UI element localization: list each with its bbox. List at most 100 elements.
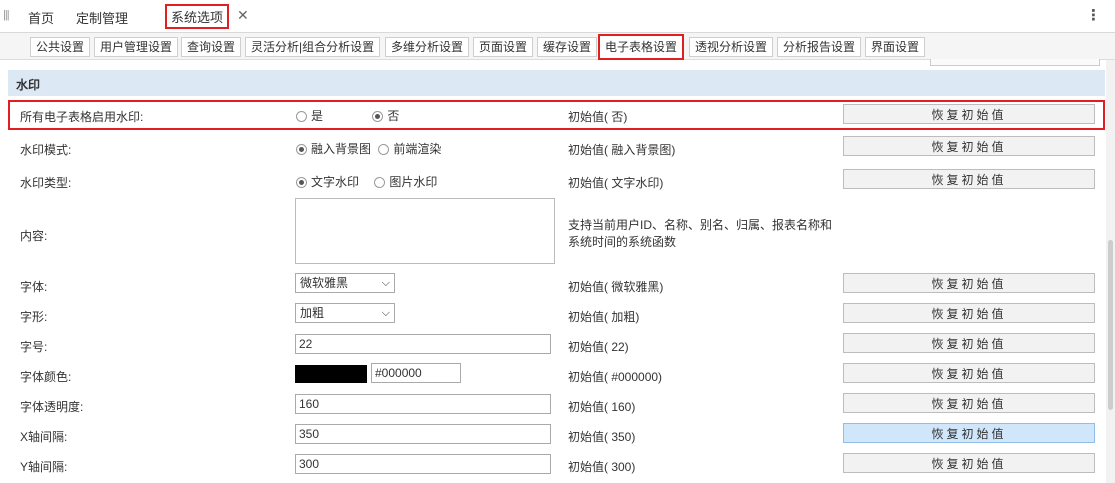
font-opacity-input[interactable]: 160: [295, 394, 551, 414]
section-header-watermark: 水印: [8, 70, 1105, 96]
radio-icon: [378, 144, 390, 155]
drag-handle-icon[interactable]: |||: [3, 9, 10, 21]
row-watermark-mode: 水印模式: 融入背景图 前端渲染 初始值( 融入背景图) 恢复初始值: [8, 136, 1105, 160]
reset-button[interactable]: 恢复初始值: [843, 104, 1095, 124]
row-watermark-content: 内容: 支持当前用户ID、名称、别名、归属、报表名称和系统时间的系统函数: [8, 196, 1105, 266]
radio-frontend-render[interactable]: 前端渲染: [378, 140, 441, 157]
more-menu-icon[interactable]: ⋮: [1086, 6, 1101, 24]
input-value: 300: [299, 457, 320, 471]
reset-button[interactable]: 恢复初始值: [843, 453, 1095, 473]
row-font: 字体: 微软雅黑 ⌵ 初始值( 微软雅黑) 恢复初始值: [8, 272, 1105, 296]
radio-icon: [374, 177, 386, 188]
initial-value: 初始值( 融入背景图): [568, 143, 676, 157]
radio-no[interactable]: 否: [372, 107, 399, 124]
initial-value: 初始值( 否): [568, 110, 628, 124]
row-label: 字体:: [20, 280, 48, 294]
initial-value: 初始值( 加粗): [568, 310, 640, 324]
row-label: Y轴间隔:: [20, 460, 68, 474]
font-select[interactable]: 微软雅黑 ⌵: [295, 273, 395, 293]
tab-query-settings[interactable]: 查询设置: [181, 37, 242, 57]
radio-blend-background[interactable]: 融入背景图: [296, 140, 371, 157]
row-font-style: 字形: 加粗 ⌵ 初始值( 加粗) 恢复初始值: [8, 302, 1105, 326]
row-label: 所有电子表格启用水印:: [20, 110, 144, 124]
select-value: 微软雅黑: [300, 276, 349, 290]
tab-pivot-analysis-settings[interactable]: 透视分析设置: [689, 37, 774, 57]
row-label: 字体透明度:: [20, 400, 84, 414]
toolbar-edge: [930, 59, 1100, 66]
tab-cache-settings[interactable]: 缓存设置: [537, 37, 598, 57]
tab-system-options[interactable]: 系统选项: [165, 4, 230, 29]
tab-user-management-settings[interactable]: 用户管理设置: [94, 37, 179, 57]
initial-value: 初始值( 微软雅黑): [568, 280, 664, 294]
radio-label: 否: [387, 109, 400, 123]
radio-group: 文字水印 图片水印: [296, 173, 447, 190]
tab-home[interactable]: 首页: [28, 8, 54, 27]
radio-group: 是 否: [296, 107, 409, 124]
initial-value: 初始值( 22): [568, 340, 629, 354]
initial-value: 初始值( 350): [568, 430, 636, 444]
content-textarea[interactable]: [295, 198, 555, 264]
color-hex-input[interactable]: #000000: [371, 363, 461, 383]
initial-value: 初始值( 文字水印): [568, 176, 664, 190]
vertical-scrollbar[interactable]: [1106, 60, 1115, 483]
initial-value: 初始值( 160): [568, 400, 636, 414]
row-font-opacity: 字体透明度: 160 初始值( 160) 恢复初始值: [8, 392, 1105, 416]
initial-value: 初始值( 300): [568, 460, 636, 474]
reset-button[interactable]: 恢复初始值: [843, 363, 1095, 383]
initial-value: 初始值( #000000): [568, 370, 663, 384]
input-value: 22: [299, 337, 313, 351]
reset-button[interactable]: 恢复初始值: [843, 169, 1095, 189]
reset-button[interactable]: 恢复初始值: [843, 423, 1095, 443]
font-size-input[interactable]: 22: [295, 334, 551, 354]
chevron-down-icon: ⌵: [381, 307, 390, 319]
reset-button[interactable]: 恢复初始值: [843, 333, 1095, 353]
reset-button[interactable]: 恢复初始值: [843, 303, 1095, 323]
settings-tab-strip: 公共设置 用户管理设置 查询设置 灵活分析|组合分析设置 多维分析设置 页面设置…: [0, 33, 1115, 60]
font-style-select[interactable]: 加粗 ⌵: [295, 303, 395, 323]
row-label: X轴间隔:: [20, 430, 68, 444]
tab-page-settings[interactable]: 页面设置: [473, 37, 534, 57]
tab-olap-settings[interactable]: 多维分析设置: [385, 37, 470, 57]
row-watermark-type: 水印类型: 文字水印 图片水印 初始值( 文字水印) 恢复初始值: [8, 168, 1105, 192]
close-icon[interactable]: ✕: [237, 7, 249, 24]
radio-checked-icon: [296, 144, 307, 155]
tab-custom-management[interactable]: 定制管理: [76, 8, 128, 27]
row-enable-watermark: 所有电子表格启用水印: 是 否 初始值( 否) 恢复初始值: [8, 100, 1105, 130]
radio-label: 融入背景图: [311, 142, 372, 156]
input-value: 350: [299, 427, 320, 441]
row-label: 水印模式:: [20, 143, 72, 157]
y-gap-input[interactable]: 300: [295, 454, 551, 474]
radio-label: 文字水印: [311, 175, 360, 189]
radio-label: 图片水印: [389, 175, 438, 189]
color-swatch[interactable]: [295, 365, 367, 383]
reset-button[interactable]: 恢复初始值: [843, 136, 1095, 156]
chevron-down-icon: ⌵: [381, 277, 390, 289]
tab-adhoc-analysis-settings[interactable]: 灵活分析|组合分析设置: [245, 37, 381, 57]
radio-text-watermark[interactable]: 文字水印: [296, 173, 359, 190]
row-label: 水印类型:: [20, 176, 72, 190]
radio-checked-icon: [372, 111, 384, 122]
content-description: 支持当前用户ID、名称、别名、归属、报表名称和系统时间的系统函数: [568, 218, 833, 249]
radio-image-watermark[interactable]: 图片水印: [374, 173, 437, 190]
top-tab-bar: ||| 首页 定制管理 系统选项 ✕ ⋮: [0, 0, 1115, 33]
row-label: 字号:: [20, 340, 48, 354]
row-font-color: 字体颜色: #000000 初始值( #000000) 恢复初始值: [8, 362, 1105, 386]
input-value: #000000: [375, 366, 422, 380]
tab-interface-settings[interactable]: 界面设置: [865, 37, 926, 57]
input-value: 160: [299, 397, 320, 411]
scrollbar-thumb[interactable]: [1108, 240, 1113, 410]
tab-analysis-report-settings[interactable]: 分析报告设置: [777, 37, 862, 57]
row-x-gap: X轴间隔: 350 初始值( 350) 恢复初始值: [8, 422, 1105, 446]
radio-group: 融入背景图 前端渲染: [296, 140, 451, 157]
select-value: 加粗: [300, 306, 325, 320]
tab-spreadsheet-settings[interactable]: 电子表格设置: [598, 34, 685, 60]
row-label: 内容:: [20, 229, 48, 243]
radio-icon: [296, 111, 307, 122]
x-gap-input[interactable]: 350: [295, 424, 551, 444]
radio-yes[interactable]: 是: [296, 107, 323, 124]
reset-button[interactable]: 恢复初始值: [843, 393, 1095, 413]
row-y-gap: Y轴间隔: 300 初始值( 300) 恢复初始值: [8, 452, 1105, 476]
tab-common-settings[interactable]: 公共设置: [30, 37, 91, 57]
reset-button[interactable]: 恢复初始值: [843, 273, 1095, 293]
radio-label: 是: [311, 109, 324, 123]
